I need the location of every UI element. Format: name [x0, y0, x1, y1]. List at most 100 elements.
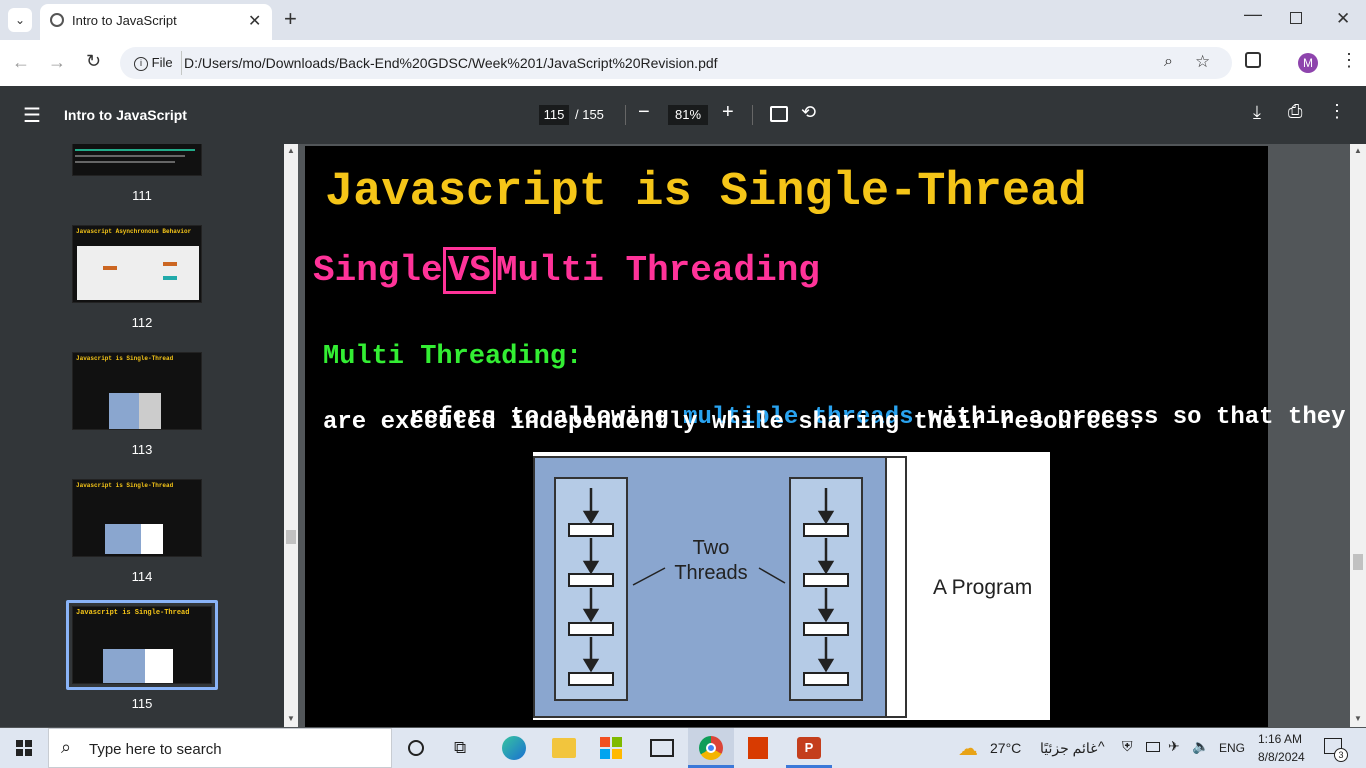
weather-text[interactable]: غائم جزئيًا — [1040, 740, 1097, 757]
scroll-down-icon[interactable]: ▼ — [287, 714, 295, 723]
powerpoint-icon: P — [797, 737, 821, 759]
browser-menu-icon[interactable]: ⋮ — [1340, 50, 1358, 71]
site-info-chip[interactable]: i File — [126, 51, 182, 75]
thumbnail-title: Javascript is Single-Thread — [76, 355, 174, 362]
thumbnail-sidebar: 111 Javascript Asynchronous Behavior 112… — [0, 144, 284, 727]
viewer-scrollbar-track[interactable]: ▲ ▼ — [1350, 144, 1366, 727]
print-icon[interactable]: ⎙ — [1288, 101, 1302, 122]
battery-icon[interactable] — [1146, 742, 1160, 752]
search-icon: ⌕ — [61, 737, 72, 757]
office-icon[interactable] — [748, 737, 768, 759]
browser-toolbar: ← → ↻ i File D:/Users/mo/Downloads/Back-… — [0, 40, 1366, 86]
close-window-icon[interactable]: ✕ — [1336, 9, 1350, 29]
rotate-icon[interactable]: ⟲ — [801, 102, 816, 123]
close-tab-icon[interactable]: ✕ — [248, 11, 261, 31]
file-explorer-icon[interactable] — [552, 738, 576, 758]
zoom-out-icon[interactable]: − — [638, 101, 650, 124]
scroll-down-icon[interactable]: ▼ — [1354, 714, 1362, 723]
zoom-in-icon[interactable]: + — [722, 101, 734, 124]
back-icon[interactable]: ← — [12, 52, 30, 73]
tab-active[interactable]: Intro to JavaScript ✕ — [40, 4, 272, 40]
subtitle-single: Single — [313, 250, 443, 291]
chrome-taskbar-item[interactable] — [688, 728, 734, 768]
diagram-program-label: A Program — [933, 576, 1033, 599]
minimize-icon[interactable]: — — [1244, 4, 1262, 25]
pdf-page: Javascript is Single-Thread Single VS Mult… — [305, 146, 1346, 727]
windows-start-icon[interactable] — [16, 740, 32, 756]
tab-strip: ⌄ Intro to JavaScript ✕ + — ✕ — [0, 0, 1366, 40]
thumbnail-number: 115 — [131, 696, 153, 711]
thumbnail-number: 112 — [131, 315, 153, 330]
subtitle-multi: Multi Threading — [495, 250, 820, 291]
thumbnail-title: Javascript Asynchronous Behavior — [76, 228, 192, 235]
slide-subtitle: Single VS Multi Threading — [313, 247, 820, 294]
file-label: File — [151, 55, 173, 70]
thumbnail-113[interactable]: Javascript is Single-Thread — [72, 352, 202, 430]
zoom-input[interactable]: 81% — [668, 105, 708, 125]
tab-search-button[interactable]: ⌄ — [8, 8, 32, 32]
slide-title: Javascript is Single-Thread — [325, 166, 1087, 219]
profile-avatar[interactable]: M — [1298, 53, 1318, 73]
address-bar[interactable]: i File D:/Users/mo/Downloads/Back-End%20… — [120, 47, 1232, 79]
body-line-2: are executed independently while sharing… — [323, 409, 1144, 436]
info-icon: i — [134, 56, 148, 71]
weather-temp[interactable]: 27°C — [990, 740, 1021, 756]
store-icon[interactable] — [600, 737, 622, 759]
thumbnail-number: 113 — [131, 442, 153, 457]
security-icon[interactable]: ⛨ — [1122, 738, 1133, 755]
taskbar: ⌕ Type here to search ⧉ P ☁ 27°C غائم جز… — [0, 728, 1366, 768]
taskbar-search[interactable]: ⌕ Type here to search — [48, 728, 392, 768]
tab-title: Intro to JavaScript — [72, 13, 177, 28]
mail-icon[interactable] — [650, 739, 674, 757]
thread-arrows-svg — [554, 477, 863, 701]
thumbnail-number: 111 — [132, 188, 152, 203]
edge-icon[interactable] — [502, 736, 526, 760]
hamburger-menu-icon[interactable]: ☰ — [23, 103, 41, 128]
sidebar-scroll-thumb[interactable] — [286, 530, 296, 544]
thumbnail-number: 114 — [131, 569, 153, 584]
pdf-title: Intro to JavaScript — [64, 107, 187, 123]
extensions-icon[interactable] — [1245, 52, 1261, 68]
thumbnail-title: Javascript is Single-Thread — [76, 609, 190, 617]
language-indicator[interactable]: ENG — [1219, 741, 1245, 755]
zoom-icon[interactable]: ⌕ — [1164, 53, 1173, 71]
volume-icon[interactable]: 🔈 — [1192, 738, 1209, 755]
tray-chevron-icon[interactable]: ^ — [1098, 738, 1105, 754]
thumbnail-114[interactable]: Javascript is Single-Thread — [72, 479, 202, 557]
network-icon[interactable]: ✈ — [1168, 738, 1180, 755]
thumbnail-112[interactable]: Javascript Asynchronous Behavior — [72, 225, 202, 303]
search-placeholder: Type here to search — [89, 741, 222, 758]
pdf-toolbar: ☰ Intro to JavaScript 115 / 155 − 81% + … — [0, 86, 1366, 144]
section-heading: Multi Threading: — [323, 342, 583, 372]
scroll-up-icon[interactable]: ▲ — [287, 146, 295, 155]
reload-icon[interactable]: ↻ — [86, 51, 101, 72]
threads-diagram: A Program Two Threads — [533, 452, 1050, 720]
bookmark-star-icon[interactable]: ☆ — [1195, 52, 1210, 72]
task-view-icon[interactable]: ⧉ — [454, 738, 466, 758]
divider — [752, 105, 753, 125]
url-text: D:/Users/mo/Downloads/Back-End%20GDSC/We… — [184, 55, 718, 71]
thumbnail-115[interactable]: Javascript is Single-Thread — [72, 606, 212, 684]
pdf-menu-icon[interactable]: ⋮ — [1328, 101, 1346, 122]
forward-icon[interactable]: → — [48, 52, 66, 73]
powerpoint-taskbar-item[interactable]: P — [786, 728, 832, 768]
chevron-down-icon: ⌄ — [14, 13, 26, 27]
pdf-viewer: Javascript is Single-Thread Single VS Mult… — [298, 144, 1350, 727]
clock-time[interactable]: 1:16 AM — [1258, 732, 1302, 746]
download-icon[interactable]: ⤓ — [1253, 102, 1261, 123]
sidebar-scrollbar-track[interactable]: ▲ ▼ — [284, 144, 298, 727]
divider — [625, 105, 626, 125]
new-tab-button[interactable]: + — [284, 6, 297, 32]
scroll-up-icon[interactable]: ▲ — [1354, 146, 1362, 155]
globe-icon — [50, 13, 64, 27]
viewer-scroll-thumb[interactable] — [1353, 554, 1363, 570]
fit-page-icon[interactable] — [770, 106, 788, 122]
clock-date[interactable]: 8/8/2024 — [1258, 750, 1305, 764]
thumbnail-111[interactable] — [72, 144, 202, 176]
weather-icon[interactable]: ☁ — [958, 736, 978, 761]
restore-icon[interactable] — [1290, 12, 1302, 24]
page-number-input[interactable]: 115 — [539, 105, 569, 125]
thumbnail-title: Javascript is Single-Thread — [76, 482, 174, 489]
cortana-icon[interactable] — [408, 740, 424, 756]
notification-count: 3 — [1334, 748, 1348, 762]
